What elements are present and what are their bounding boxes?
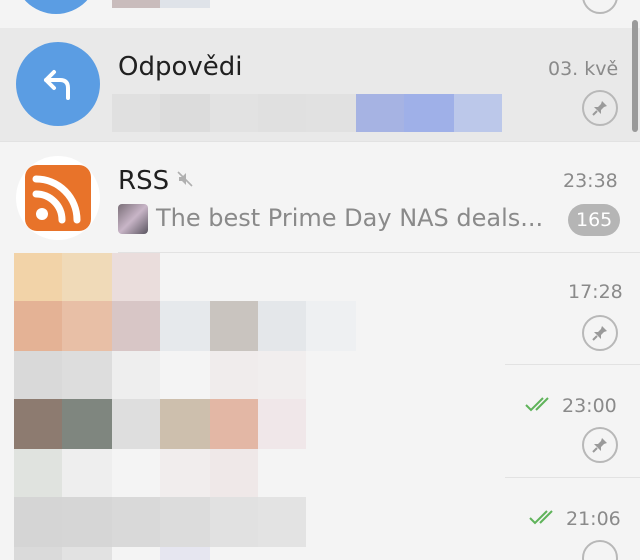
preview-blur [210,301,258,351]
avatar [62,253,112,301]
preview-blur [258,301,306,351]
preview-blur [160,399,210,449]
avatar [112,301,160,351]
avatar [112,351,160,399]
preview-thumbnail [118,204,148,234]
unread-badge: 165 [568,204,621,236]
pin-icon [582,0,618,14]
chat-row-rss[interactable]: RSS 23:38 The best Prime Day NAS deals..… [0,142,640,253]
preview-blur [258,351,306,399]
preview-blur [454,94,502,132]
pin-icon [582,540,618,560]
preview-blur [112,0,160,8]
avatar [62,351,112,399]
preview-blur [258,94,306,132]
preview-blur [210,497,258,547]
avatar [14,449,62,497]
avatar [16,42,100,126]
preview-blur [210,399,258,449]
preview-blur [356,94,404,132]
avatar [14,351,62,399]
reply-arrow-icon [44,70,70,100]
preview-blur [258,399,306,449]
avatar [62,497,112,547]
preview-blur [160,94,210,132]
preview-blur [210,351,258,399]
double-check-icon [525,397,549,412]
chat-list-screen: Odpovědi 03. kvě RSS 23:38 The best Prim… [0,0,640,560]
preview-blur [112,94,160,132]
chat-title: Odpovědi [118,52,243,82]
avatar [14,253,62,301]
muted-icon [177,171,193,187]
avatar [112,497,160,547]
preview-blur [210,94,258,132]
preview-blur [160,497,210,547]
double-check-icon [529,510,553,525]
chat-time: 17:28 [568,281,623,303]
avatar [62,301,112,351]
preview-blur [258,497,306,547]
avatar [112,253,160,301]
avatar [14,0,98,14]
avatar [14,547,62,560]
pin-icon [582,315,618,351]
chat-time: 21:06 [566,508,621,530]
preview-blur [160,547,210,560]
preview-blur [160,0,210,8]
chat-time: 03. kvě [548,58,619,80]
preview-blur [160,301,210,351]
preview-blur [210,449,258,497]
scrollbar[interactable] [632,20,638,132]
avatar [62,449,112,497]
preview-blur [160,449,210,497]
preview-blur [306,301,356,351]
chat-row-partial[interactable] [0,0,640,28]
avatar [62,399,112,449]
preview-blur [404,94,454,132]
pin-icon [582,90,618,126]
divider [118,252,640,253]
chat-title: RSS [118,166,170,196]
divider [505,477,640,478]
chat-preview: The best Prime Day NAS deals... [156,204,544,232]
chat-time: 23:00 [562,395,617,417]
avatar [112,399,160,449]
chat-row-replies[interactable]: Odpovědi 03. kvě [0,28,640,141]
avatar [62,547,112,560]
avatar [14,497,62,547]
chat-time: 23:38 [563,170,618,192]
pin-icon [582,427,618,463]
rss-icon [25,165,91,231]
preview-blur [306,94,356,132]
avatar [14,301,62,351]
divider [505,364,640,365]
avatar [14,399,62,449]
